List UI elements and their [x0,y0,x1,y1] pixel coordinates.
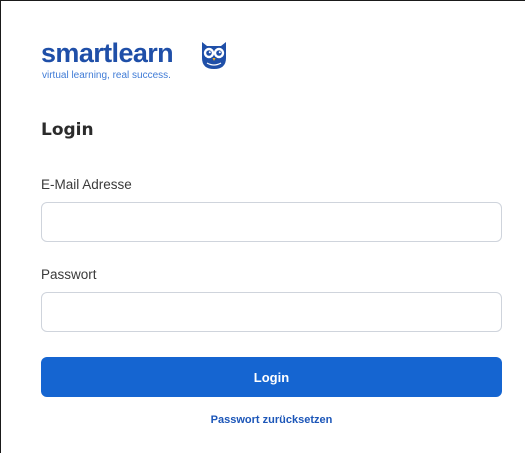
page-title: Login [41,120,94,140]
password-label: Passwort [41,267,97,282]
login-button[interactable]: Login [41,357,502,397]
email-field[interactable] [41,202,502,242]
logo-wordmark: smartlearn [41,38,174,68]
owl-icon [202,42,226,69]
smartlearn-logo: smartlearn virtual learning, real succes… [41,37,241,97]
logo-tagline: virtual learning, real success. [42,70,171,81]
reset-password-link[interactable]: Passwort zurücksetzen [41,413,502,427]
login-panel: smartlearn virtual learning, real succes… [0,0,525,453]
password-field[interactable] [41,292,502,332]
email-label: E-Mail Adresse [41,177,132,192]
